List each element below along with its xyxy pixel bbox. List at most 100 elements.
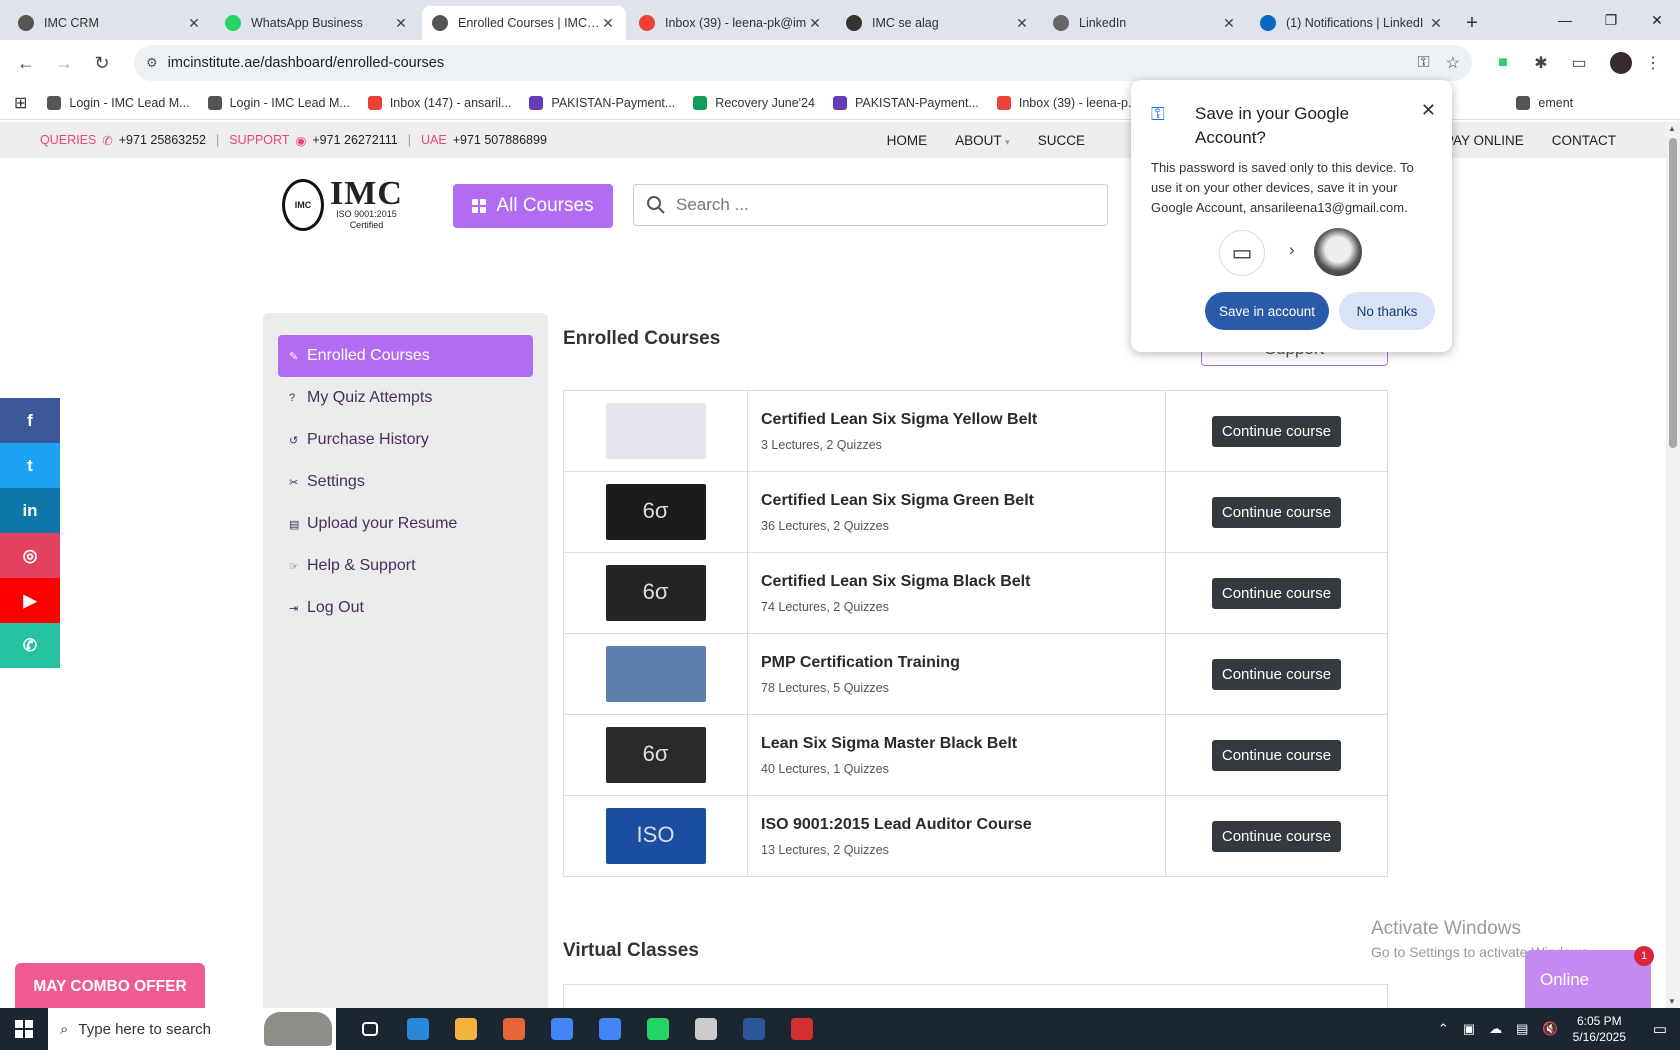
taskbar-search[interactable]: ⌕ Type here to search <box>48 1008 336 1050</box>
bookmark-item[interactable]: Login - IMC Lead M... <box>47 95 190 110</box>
back-button[interactable]: ← <box>10 47 42 79</box>
tab-close-icon[interactable]: ✕ <box>393 15 409 32</box>
bookmark-item[interactable]: ement <box>1516 95 1573 110</box>
page-scrollbar[interactable]: ▲ ▼ <box>1666 122 1680 1008</box>
tab-close-icon[interactable]: ✕ <box>186 15 202 32</box>
sidebar-item[interactable]: ✎ Enrolled Courses <box>278 335 533 377</box>
course-thumbnail[interactable]: 6σ <box>605 727 706 783</box>
tray-chevron-icon[interactable]: ⌃ <box>1438 1021 1449 1037</box>
password-key-icon[interactable]: ⚿ <box>1417 54 1429 72</box>
tab-close-icon[interactable]: ✕ <box>1221 15 1237 32</box>
browser-tab[interactable]: WhatsApp Business ✕ <box>215 6 419 40</box>
taskbar-app-icon[interactable] <box>394 1008 442 1050</box>
imc-logo[interactable]: IMC IMC ISO 9001:2015 Certified <box>282 177 414 232</box>
tab-search-icon[interactable]: ▭ <box>1562 46 1596 80</box>
sidebar-item[interactable]: ▤ Upload your Resume <box>278 503 533 545</box>
browser-tab[interactable]: LinkedIn ✕ <box>1043 6 1247 40</box>
reload-button[interactable]: ↻ <box>86 47 118 79</box>
taskbar-app-icon[interactable] <box>634 1008 682 1050</box>
continue-course-button[interactable]: Continue course <box>1211 820 1342 852</box>
forward-button[interactable]: → <box>48 47 80 79</box>
minimize-button[interactable]: — <box>1542 0 1588 40</box>
taskbar-app-icon[interactable] <box>538 1008 586 1050</box>
online-chat-button[interactable]: Online <box>1525 950 1651 1008</box>
all-courses-button[interactable]: All Courses <box>453 184 613 228</box>
new-tab-button[interactable]: + <box>1457 8 1487 38</box>
apps-icon[interactable]: ⊞ <box>14 93 27 113</box>
search-input[interactable]: Search ... <box>633 184 1108 226</box>
notifications-icon[interactable]: ▭ <box>1640 1020 1680 1038</box>
nav-home[interactable]: HOME <box>887 133 928 148</box>
tab-close-icon[interactable]: ✕ <box>600 15 616 32</box>
continue-course-button[interactable]: Continue course <box>1211 658 1342 690</box>
sidebar-item[interactable]: ↺ Purchase History <box>278 419 533 461</box>
bookmark-star-icon[interactable]: ☆ <box>1446 53 1460 73</box>
combo-offer-button[interactable]: MAY COMBO OFFER <box>15 963 205 1011</box>
sidebar-item[interactable]: ? My Quiz Attempts <box>278 377 533 419</box>
scrollbar-thumb[interactable] <box>1669 138 1677 448</box>
instagram-icon[interactable]: ◎ <box>0 533 60 578</box>
browser-tab[interactable]: Inbox (39) - leena-pk@im ✕ <box>629 6 833 40</box>
taskbar-app-icon[interactable] <box>346 1008 394 1050</box>
continue-course-button[interactable]: Continue course <box>1211 739 1342 771</box>
facebook-icon[interactable]: f <box>0 398 60 443</box>
no-thanks-button[interactable]: No thanks <box>1339 292 1435 330</box>
uae-number[interactable]: +971 507886899 <box>453 133 547 147</box>
extensions-icon[interactable]: ✱ <box>1524 46 1558 80</box>
course-title[interactable]: Certified Lean Six Sigma Green Belt <box>761 492 1165 510</box>
bookmark-item[interactable]: Login - IMC Lead M... <box>207 95 350 110</box>
course-title[interactable]: ISO 9001:2015 Lead Auditor Course <box>761 816 1165 834</box>
save-in-account-button[interactable]: Save in account <box>1205 292 1329 330</box>
clock[interactable]: 6:05 PM 5/16/2025 <box>1573 1013 1626 1045</box>
nav-contact[interactable]: CONTACT <box>1552 133 1616 148</box>
nav-pay-online[interactable]: PAY ONLINE <box>1445 133 1524 148</box>
course-thumbnail[interactable] <box>605 646 706 702</box>
popup-close-button[interactable]: ✕ <box>1421 100 1436 121</box>
nav-success[interactable]: SUCCE <box>1038 133 1085 148</box>
taskbar-app-icon[interactable] <box>730 1008 778 1050</box>
taskbar-app-icon[interactable] <box>586 1008 634 1050</box>
youtube-icon[interactable]: ▶ <box>0 578 60 623</box>
bookmark-item[interactable]: Inbox (39) - leena-p... <box>996 95 1138 110</box>
browser-tab[interactable]: (1) Notifications | LinkedI ✕ <box>1250 6 1454 40</box>
address-bar[interactable]: ⚙ imcinstitute.ae/dashboard/enrolled-cou… <box>134 45 1472 81</box>
url-text[interactable]: imcinstitute.ae/dashboard/enrolled-cours… <box>168 55 1402 71</box>
support-number[interactable]: +971 26272111 <box>312 133 397 147</box>
scroll-down-icon[interactable]: ▼ <box>1668 997 1676 1006</box>
sidebar-item[interactable]: ✂ Settings <box>278 461 533 503</box>
whatsapp-icon[interactable]: ✆ <box>0 623 60 668</box>
volume-icon[interactable]: 🔇 <box>1542 1021 1558 1037</box>
browser-tab[interactable]: IMC se alag ✕ <box>836 6 1040 40</box>
close-window-button[interactable]: ✕ <box>1634 0 1680 40</box>
twitter-icon[interactable]: t <box>0 443 60 488</box>
taskbar-app-icon[interactable] <box>682 1008 730 1050</box>
browser-tab[interactable]: Enrolled Courses | IMC Ce ✕ <box>422 6 626 40</box>
taskbar-app-icon[interactable] <box>442 1008 490 1050</box>
course-thumbnail[interactable] <box>605 403 706 459</box>
course-thumbnail[interactable]: ISO <box>605 808 706 864</box>
bookmark-item[interactable]: Inbox (147) - ansaril... <box>367 95 511 110</box>
bookmark-item[interactable]: Recovery June'24 <box>693 95 815 110</box>
course-title[interactable]: Lean Six Sigma Master Black Belt <box>761 735 1165 753</box>
onedrive-icon[interactable]: ☁ <box>1489 1021 1502 1037</box>
site-settings-icon[interactable]: ⚙ <box>146 55 158 71</box>
network-icon[interactable]: ▤ <box>1516 1021 1528 1037</box>
meet-icon[interactable]: ▣ <box>1463 1021 1475 1037</box>
tab-close-icon[interactable]: ✕ <box>1014 15 1030 32</box>
tab-close-icon[interactable]: ✕ <box>807 15 823 32</box>
course-thumbnail[interactable]: 6σ <box>605 484 706 540</box>
taskbar-app-icon[interactable] <box>778 1008 826 1050</box>
course-title[interactable]: Certified Lean Six Sigma Black Belt <box>761 573 1165 591</box>
bookmark-item[interactable]: PAKISTAN-Payment... <box>529 95 675 110</box>
taskbar-app-icon[interactable] <box>490 1008 538 1050</box>
course-title[interactable]: Certified Lean Six Sigma Yellow Belt <box>761 411 1165 429</box>
continue-course-button[interactable]: Continue course <box>1211 496 1342 528</box>
sidebar-item[interactable]: ☞ Help & Support <box>278 545 533 587</box>
scroll-up-icon[interactable]: ▲ <box>1668 124 1676 133</box>
profile-avatar[interactable] <box>1610 52 1632 74</box>
bookmark-item[interactable]: PAKISTAN-Payment... <box>832 95 979 110</box>
linkedin-icon[interactable]: in <box>0 488 60 533</box>
tab-close-icon[interactable]: ✕ <box>1428 15 1444 32</box>
whatsapp-extension-icon[interactable]: ■ <box>1486 46 1520 80</box>
continue-course-button[interactable]: Continue course <box>1211 577 1342 609</box>
